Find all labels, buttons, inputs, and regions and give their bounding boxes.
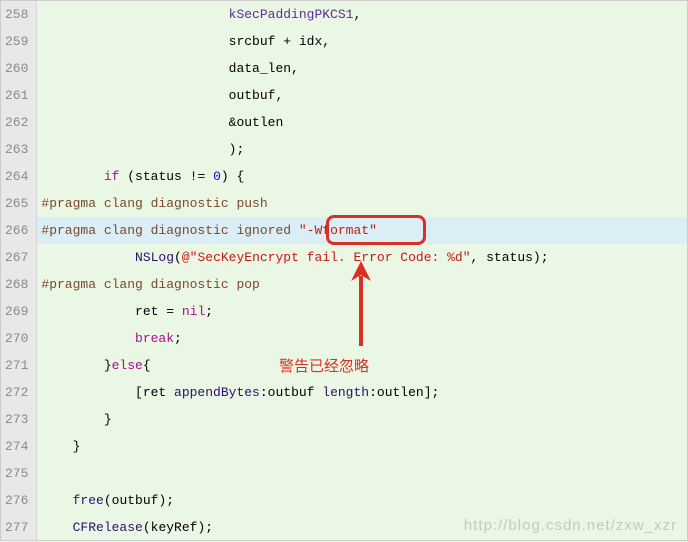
code-line[interactable] — [37, 460, 687, 487]
line-number-gutter: 2582592602612622632642652662672682692702… — [1, 1, 37, 540]
line-number: 262 — [5, 109, 28, 136]
code-line[interactable]: ); — [37, 136, 687, 163]
code-line[interactable]: if (status != 0) { — [37, 163, 687, 190]
code-line[interactable]: } — [37, 433, 687, 460]
code-line[interactable]: srcbuf + idx, — [37, 28, 687, 55]
code-line[interactable]: #pragma clang diagnostic push — [37, 190, 687, 217]
code-line[interactable]: break; — [37, 325, 687, 352]
line-number: 277 — [5, 514, 28, 541]
line-number: 274 — [5, 433, 28, 460]
code-line[interactable]: #pragma clang diagnostic ignored "-Wform… — [37, 217, 687, 244]
line-number: 266 — [5, 217, 28, 244]
watermark: http://blog.csdn.net/zxw_xzr — [464, 517, 677, 534]
code-line[interactable]: free(outbuf); — [37, 487, 687, 514]
code-line[interactable]: outbuf, — [37, 82, 687, 109]
code-line[interactable]: } — [37, 406, 687, 433]
line-number: 271 — [5, 352, 28, 379]
line-number: 267 — [5, 244, 28, 271]
line-number: 268 — [5, 271, 28, 298]
code-editor[interactable]: 2582592602612622632642652662672682692702… — [1, 1, 687, 540]
line-number: 265 — [5, 190, 28, 217]
code-line[interactable]: #pragma clang diagnostic pop — [37, 271, 687, 298]
line-number: 259 — [5, 28, 28, 55]
code-line[interactable]: ret = nil; — [37, 298, 687, 325]
line-number: 272 — [5, 379, 28, 406]
code-line[interactable]: NSLog(@"SecKeyEncrypt fail. Error Code: … — [37, 244, 687, 271]
line-number: 258 — [5, 1, 28, 28]
line-number: 270 — [5, 325, 28, 352]
code-line[interactable]: kSecPaddingPKCS1, — [37, 1, 687, 28]
line-number: 263 — [5, 136, 28, 163]
line-number: 264 — [5, 163, 28, 190]
code-content[interactable]: kSecPaddingPKCS1, srcbuf + idx, data_len… — [37, 1, 687, 540]
line-number: 273 — [5, 406, 28, 433]
line-number: 275 — [5, 460, 28, 487]
code-line[interactable]: }else{ — [37, 352, 687, 379]
code-line[interactable]: [ret appendBytes:outbuf length:outlen]; — [37, 379, 687, 406]
line-number: 260 — [5, 55, 28, 82]
code-line[interactable]: data_len, — [37, 55, 687, 82]
line-number: 269 — [5, 298, 28, 325]
line-number: 276 — [5, 487, 28, 514]
code-line[interactable]: &outlen — [37, 109, 687, 136]
line-number: 261 — [5, 82, 28, 109]
